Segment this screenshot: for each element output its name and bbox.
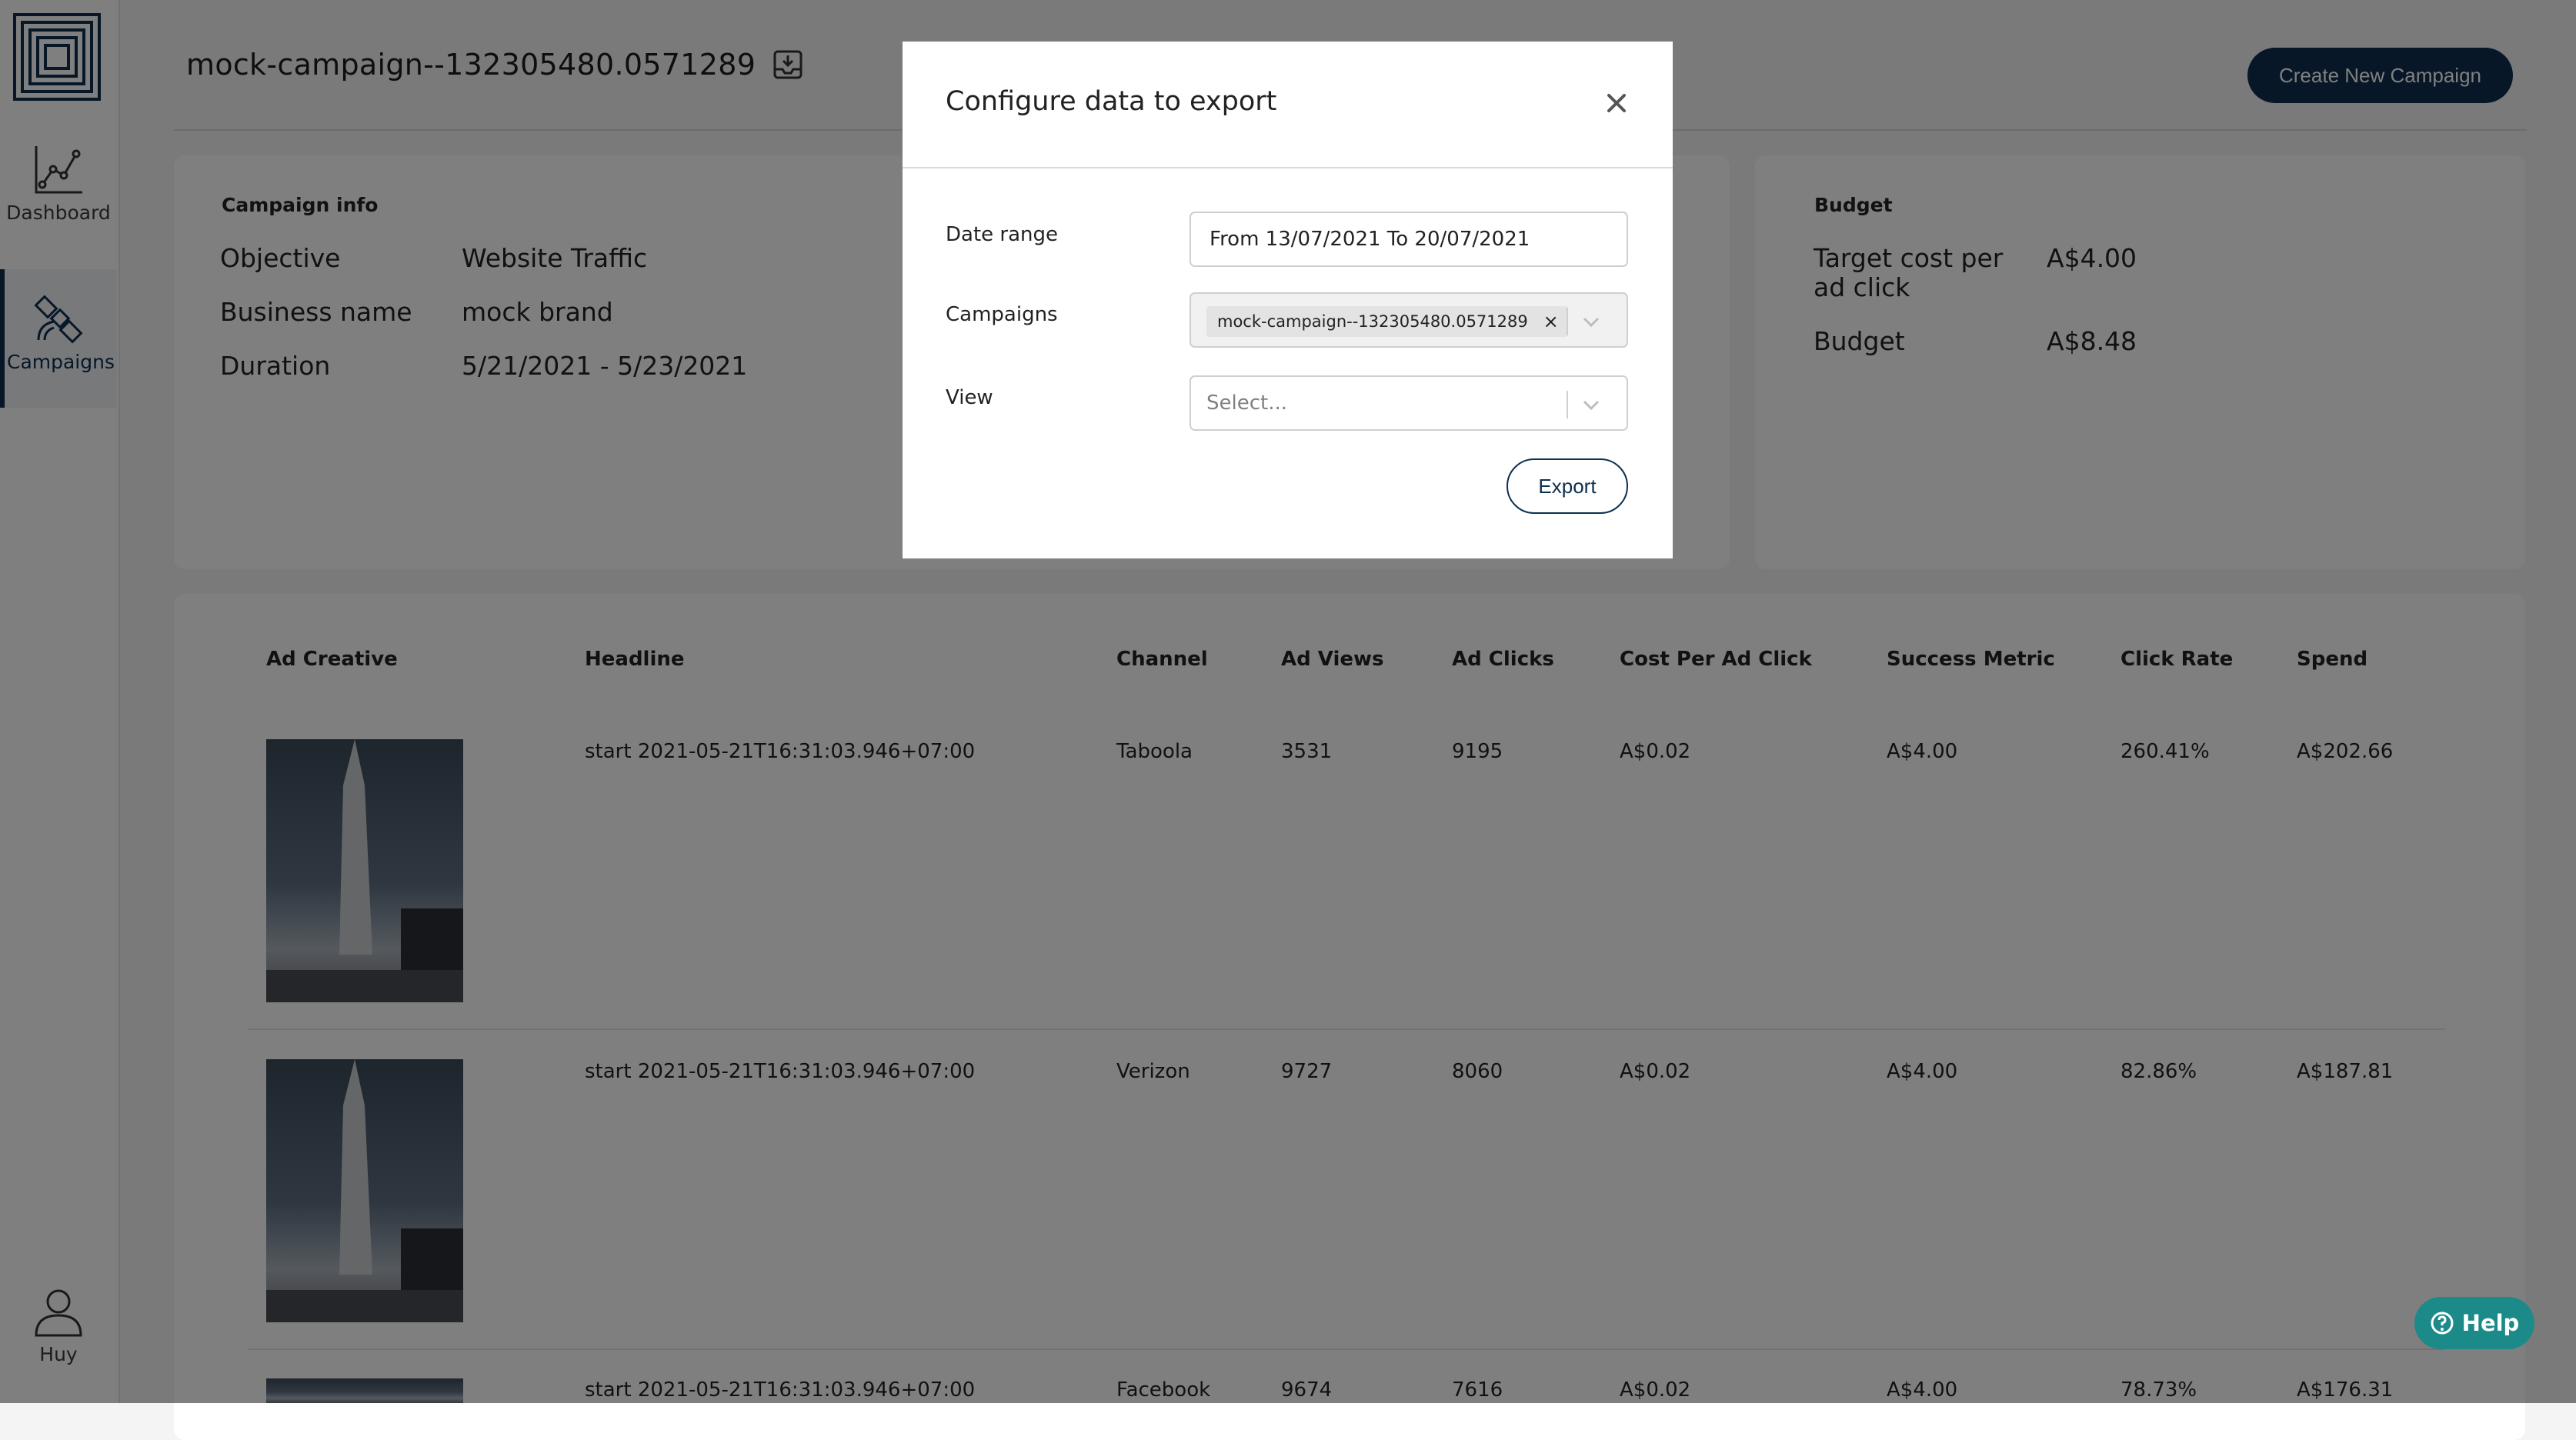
modal-divider [903,167,1673,168]
date-range-input[interactable]: From 13/07/2021 To 20/07/2021 [1190,212,1628,267]
campaigns-label: Campaigns [946,303,1058,326]
chevron-down-icon[interactable] [1580,394,1602,415]
modal-title: Configure data to export [946,86,1277,117]
close-icon[interactable] [1601,88,1632,118]
help-button[interactable]: Help [2414,1297,2534,1349]
export-button[interactable]: Export [1507,458,1628,514]
export-modal: Configure data to export Date range From… [903,42,1673,558]
campaigns-select[interactable]: mock-campaign--132305480.0571289 × [1190,292,1628,348]
date-range-label: Date range [946,223,1059,246]
campaign-chip-label: mock-campaign--132305480.0571289 [1217,312,1528,331]
campaign-chip: mock-campaign--132305480.0571289 × [1206,306,1568,337]
view-placeholder: Select... [1206,392,1288,415]
select-separator [1567,391,1568,418]
select-separator [1567,308,1568,335]
help-label: Help [2461,1310,2520,1336]
question-circle-icon [2431,1312,2454,1335]
chip-remove-icon[interactable]: × [1543,306,1559,337]
view-label: View [946,386,993,409]
view-select[interactable]: Select... [1190,375,1628,431]
chevron-down-icon[interactable] [1580,311,1602,332]
